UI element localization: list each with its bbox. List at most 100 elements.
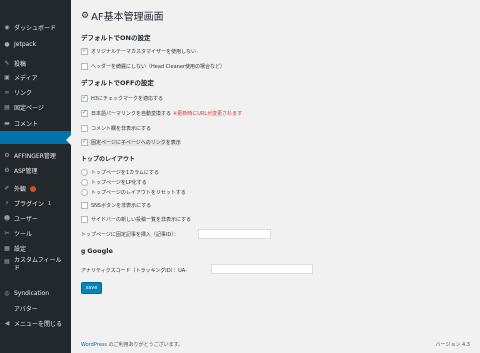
sidebar-item-label: ダッシュボード (14, 25, 57, 32)
sidebar-item-affinger[interactable]: ⚙ AFFINGER管理 (0, 149, 71, 162)
analytics-code-input[interactable] (211, 264, 313, 274)
syndication-icon: ◎ (4, 290, 10, 297)
fixed-article-label: トップページに固定記事を挿入（記事ID）： (81, 232, 179, 238)
sidebar-item-users[interactable]: ☻ ユーザー (0, 212, 71, 225)
sidebar-item-media[interactable]: ▣ メディア (0, 71, 71, 84)
sidebar-item-jetpack[interactable]: ● Jetpack (0, 38, 71, 51)
sidebar-item-label: ツール (14, 231, 33, 238)
jetpack-icon: ● (4, 41, 10, 48)
sidebar-item-asp[interactable]: ⚙ ASP管理 (0, 164, 71, 177)
checkbox[interactable] (81, 216, 88, 223)
option-label: サイドバーの新しい投稿一覧を非表示にする (91, 217, 192, 223)
dashboard-icon: ◉ (4, 24, 10, 31)
custom-field-icon: ▤ (4, 257, 10, 265)
sidebar-item-appearance[interactable]: ✐ 外観 (0, 182, 71, 195)
option-label: 固定ページに子ページへのリンクを表示 (91, 140, 181, 146)
sidebar-item-label: Jetpack (14, 41, 37, 48)
page-title-row: ⚙ AF基本管理画面 (81, 8, 164, 24)
radio-button[interactable] (81, 179, 88, 186)
option-row[interactable]: 固定ページに子ページへのリンクを表示 (81, 138, 181, 146)
settings-icon: ▦ (4, 245, 10, 252)
sidebar-item-avatar[interactable]: アバター (0, 302, 71, 315)
option-label: コメント欄を非表示にする (91, 126, 152, 132)
sidebar-item-label: 投稿 (14, 61, 27, 68)
checkbox[interactable] (81, 202, 88, 209)
checkbox[interactable] (81, 47, 88, 55)
option-row[interactable]: 日本語パーマリンクを自動変換する ※更新時にURLが変更されます (81, 109, 243, 117)
comment-icon: ▬ (4, 120, 10, 127)
gear-icon: ⚙ (4, 167, 10, 174)
sidebar-item-settings[interactable]: ▦ 設定 (0, 242, 71, 255)
section-on-title: デフォルトでONの設定 (81, 34, 151, 42)
sidebar-item-label: プラグイン (14, 201, 45, 208)
sidebar-item-label: カスタムフィールド (14, 257, 62, 272)
sidebar-item-syndication[interactable]: ◎ Syndication (0, 287, 71, 300)
option-row[interactable]: サイドバーの新しい投稿一覧を非表示にする (81, 216, 191, 223)
google-icon: g (81, 247, 86, 255)
gear-icon: ⚙ (81, 10, 90, 21)
sidebar-item-plugins[interactable]: ⚡ プラグイン 1 (0, 197, 71, 210)
sidebar-item-comments[interactable]: ▬ コメント (0, 117, 71, 130)
brush-icon: ✐ (4, 185, 10, 192)
google-title-text: Google (87, 247, 113, 255)
media-icon: ▣ (4, 74, 10, 81)
sidebar-item-label: Syndication (14, 290, 50, 297)
sidebar-item-posts[interactable]: ✎ 投稿 (0, 57, 71, 70)
checkbox[interactable] (81, 125, 88, 132)
sidebar-item-custom-fields[interactable]: ▤ カスタムフィールド (0, 257, 71, 277)
sidebar-item-label: リンク (14, 90, 33, 97)
option-row[interactable]: H3にチェックマークを適応する (81, 94, 163, 102)
sidebar-item-label: コメント (14, 121, 39, 128)
sidebar-item-label: 設定 (14, 246, 27, 253)
page-icon: ▤ (4, 104, 10, 111)
sidebar-item-label: 外観 (14, 186, 27, 193)
warning-note: ※更新時にURLが変更されます (173, 111, 243, 117)
radio-row[interactable]: トップページのレイアウトをリセットする (81, 189, 186, 196)
radio-button[interactable] (81, 169, 88, 176)
checkbox[interactable] (81, 63, 88, 70)
sidebar-item-pages[interactable]: ▤ 固定ページ (0, 101, 71, 114)
radio-label: トップページのレイアウトをリセットする (91, 190, 186, 196)
fixed-article-id-input[interactable] (198, 229, 271, 239)
page-title: AF基本管理画面 (91, 12, 164, 23)
section-off-title: デフォルトでOFFの設定 (81, 79, 154, 87)
radio-row[interactable]: トップページをLP化する (81, 179, 147, 186)
option-label: 日本語パーマリンクを自動変換する (91, 111, 172, 117)
footer-version: バージョン 4.3 (435, 342, 470, 348)
main-content: ⚙ AF基本管理画面 デフォルトでONの設定 オリジナルテーマカスタマイザーを使… (71, 0, 480, 353)
sidebar-collapse-menu[interactable]: ◀ メニューを閉じる (0, 317, 71, 330)
footer-thanks-text: のご利用ありがとうございます。 (107, 342, 184, 348)
link-icon: ∞ (4, 89, 10, 96)
plugin-icon: ⚡ (4, 200, 10, 207)
radio-label: トップページをLP化する (91, 180, 147, 186)
update-badge (30, 185, 37, 192)
tool-icon: ✂ (4, 230, 10, 237)
avatar-icon (3, 305, 11, 313)
sidebar-item-links[interactable]: ∞ リンク (0, 86, 71, 99)
radio-button[interactable] (81, 189, 88, 196)
option-row[interactable]: ヘッダーを綺麗にしない（Head Cleaner使用の場合など） (81, 63, 225, 70)
footer-thanks: WordPress のご利用ありがとうございます。 (81, 341, 183, 348)
gear-icon: ⚙ (4, 152, 10, 159)
user-icon: ☻ (3, 215, 11, 222)
save-button[interactable]: save (81, 282, 102, 294)
checkbox[interactable] (81, 109, 88, 117)
sidebar-item-tools[interactable]: ✂ ツール (0, 227, 71, 240)
checkbox[interactable] (81, 138, 88, 146)
option-row[interactable]: SNSボタンを非表示にする (81, 202, 151, 209)
collapse-icon: ◀ (4, 320, 10, 327)
wordpress-link[interactable]: WordPress (81, 342, 107, 348)
sidebar-item-label: メニューを閉じる (14, 321, 63, 328)
checkbox[interactable] (81, 94, 88, 102)
radio-label: トップページを1カラムにする (91, 170, 159, 176)
sidebar-item-dashboard[interactable]: ◉ ダッシュボード (0, 21, 71, 34)
sidebar-item-label: メディア (14, 75, 38, 82)
radio-row[interactable]: トップページを1カラムにする (81, 169, 159, 176)
admin-sidebar: ◉ ダッシュボード ● Jetpack ✎ 投稿 ▣ メディア ∞ リンク ▤ … (0, 0, 71, 353)
sidebar-item-label: 固定ページ (14, 105, 44, 112)
layout-title: トップのレイアウト (81, 156, 136, 163)
option-row[interactable]: コメント欄を非表示にする (81, 125, 151, 132)
sidebar-item-current-indicator (0, 131, 71, 144)
option-label: ヘッダーを綺麗にしない（Head Cleaner使用の場合など） (91, 64, 225, 70)
option-row[interactable]: オリジナルテーマカスタマイザーを使用しない (81, 47, 196, 55)
